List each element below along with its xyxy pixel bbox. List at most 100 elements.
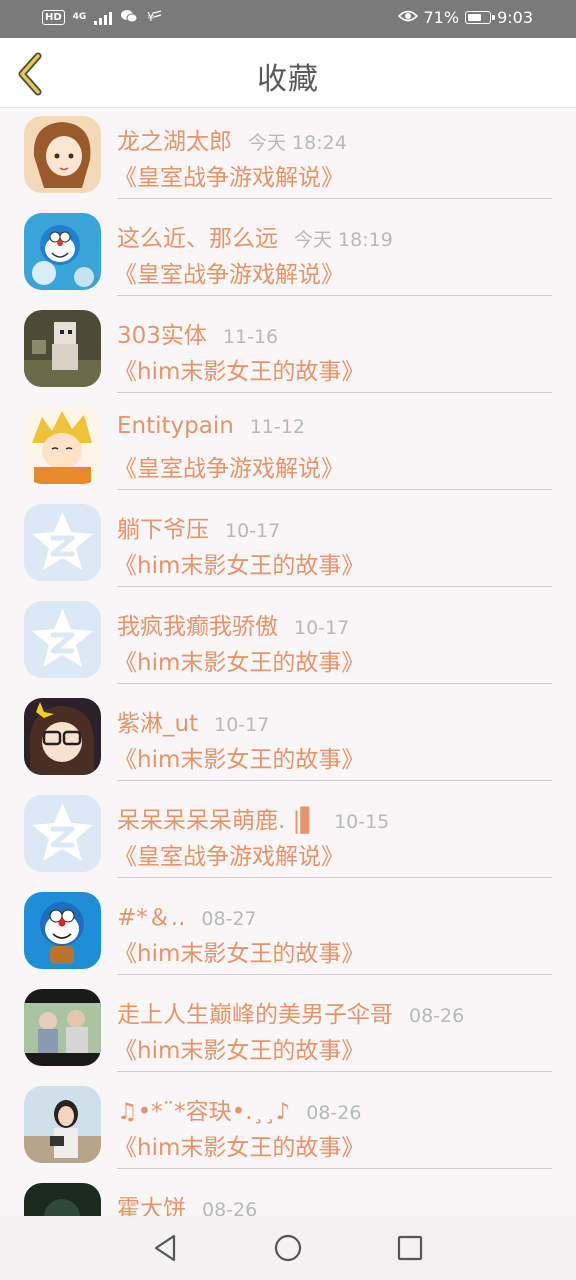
author-name[interactable]: ♫•*¨*容玦•.¸¸♪ <box>117 1099 290 1125</box>
favorite-date: 08-26 <box>202 1199 258 1216</box>
favorite-title[interactable]: 《皇室战争游戏解说》 <box>114 449 344 483</box>
author-name[interactable]: Entitypain <box>117 413 234 439</box>
recents-square-icon[interactable] <box>392 1230 428 1266</box>
author-name[interactable]: 霍大饼 <box>117 1196 186 1216</box>
minecraft-avatar[interactable] <box>24 310 101 387</box>
favorite-item[interactable]: 躺下爷压 10-17 《him末影女王的故事》 <box>0 496 576 593</box>
favorite-author-line: 走上人生巅峰的美男子伞哥 08-26 <box>117 995 464 1029</box>
status-right: 71% 9:03 <box>397 8 533 27</box>
favorite-title[interactable]: 《皇室战争游戏解说》 <box>114 255 344 289</box>
anime-girl-avatar[interactable] <box>24 116 101 193</box>
doraemon-avatar[interactable] <box>24 213 101 290</box>
doraemon-blue-avatar[interactable] <box>24 892 101 969</box>
divider <box>117 295 552 296</box>
favorite-item[interactable]: ♫•*¨*容玦•.¸¸♪ 08-26 《him末影女王的故事》 <box>0 1078 576 1175</box>
wechat-icon <box>120 9 138 26</box>
favorite-author-line: 303实体 11-16 <box>117 316 278 350</box>
divider <box>117 780 552 781</box>
author-name[interactable]: 303实体 <box>117 323 207 349</box>
divider <box>117 198 552 199</box>
favorite-item[interactable]: #*＆.. 08-27 《him末影女王的故事》 <box>0 884 576 981</box>
favorite-title[interactable]: 《him末影女王的故事》 <box>114 1128 364 1162</box>
favorite-author-line: 躺下爷压 10-17 <box>117 510 280 544</box>
favorite-date: 08-26 <box>409 1005 465 1027</box>
favorite-item[interactable]: 呆呆呆呆呆萌鹿. |▌ 10-15 《皇室战争游戏解说》 <box>0 787 576 884</box>
favorite-item[interactable]: 我疯我癫我骄傲 10-17 《him末影女王的故事》 <box>0 593 576 690</box>
photo-avatar[interactable] <box>24 989 101 1066</box>
default-star-avatar[interactable] <box>24 601 101 678</box>
favorite-title[interactable]: 《him末影女王的故事》 <box>114 643 364 677</box>
author-name[interactable]: 龙之湖太郎 <box>117 129 232 155</box>
favorite-item[interactable]: 303实体 11-16 《him末影女王的故事》 <box>0 302 576 399</box>
favorite-title[interactable]: 《him末影女王的故事》 <box>114 740 364 774</box>
favorite-author-line: 我疯我癫我骄傲 10-17 <box>117 607 349 641</box>
eye-icon <box>397 8 418 27</box>
favorite-date: 08-26 <box>306 1102 362 1124</box>
network-type: 4G <box>72 12 87 22</box>
favorite-title[interactable]: 《皇室战争游戏解说》 <box>114 837 344 871</box>
back-triangle-icon[interactable] <box>148 1230 184 1266</box>
favorite-title[interactable]: 《him末影女王的故事》 <box>114 1031 364 1065</box>
author-name[interactable]: 这么近、那么远 <box>117 226 278 252</box>
favorite-date: 今天 18:24 <box>248 132 347 154</box>
divider <box>117 974 552 975</box>
author-name[interactable]: 我疯我癫我骄傲 <box>117 614 278 640</box>
battery-percent: 71% <box>423 8 460 27</box>
author-name[interactable]: 紫淋_ut <box>117 711 198 737</box>
favorite-date: 今天 18:19 <box>294 229 393 251</box>
author-name[interactable]: 走上人生巅峰的美男子伞哥 <box>117 1002 393 1028</box>
signal-icon <box>94 11 113 25</box>
favorite-item[interactable]: 霍大饼 08-26 <box>0 1175 576 1216</box>
battery-icon <box>465 11 496 24</box>
divider <box>117 1071 552 1072</box>
favorite-item[interactable]: 走上人生巅峰的美男子伞哥 08-26 《him末影女王的故事》 <box>0 981 576 1078</box>
navigation-bar <box>0 1216 576 1280</box>
favorite-date: 10-17 <box>294 617 350 639</box>
favorite-author-line: #*＆.. 08-27 <box>117 898 257 932</box>
divider <box>117 586 552 587</box>
author-name[interactable]: #*＆.. <box>117 905 185 931</box>
favorite-author-line: Entitypain 11-12 <box>117 413 305 439</box>
favorite-date: 10-17 <box>214 714 270 736</box>
divider <box>117 489 552 490</box>
favorite-title[interactable]: 《皇室战争游戏解说》 <box>114 158 344 192</box>
girl-photo-avatar[interactable] <box>24 1086 101 1163</box>
divider <box>117 683 552 684</box>
hd-badge: HD <box>42 10 65 25</box>
clock: 9:03 <box>497 8 533 27</box>
author-name[interactable]: 呆呆呆呆呆萌鹿. |▌ <box>117 808 318 834</box>
favorite-title[interactable]: 《him末影女王的故事》 <box>114 352 364 386</box>
divider <box>117 1168 552 1169</box>
favorite-item[interactable]: Entitypain 11-12 《皇室战争游戏解说》 <box>0 399 576 496</box>
dark-avatar[interactable] <box>24 1183 101 1216</box>
favorite-date: 11-12 <box>249 416 306 438</box>
default-star-avatar[interactable] <box>24 795 101 872</box>
payment-icon: ¥ <box>146 9 162 26</box>
favorite-item[interactable]: 这么近、那么远 今天 18:19 《皇室战争游戏解说》 <box>0 205 576 302</box>
favorite-item[interactable]: 龙之湖太郎 今天 18:24 《皇室战争游戏解说》 <box>0 108 576 205</box>
favorite-item[interactable]: 紫淋_ut 10-17 《him末影女王的故事》 <box>0 690 576 787</box>
divider <box>117 877 552 878</box>
status-bar: HD 4G ¥ 71% 9:03 <box>0 0 576 38</box>
favorite-author-line: 龙之湖太郎 今天 18:24 <box>117 122 347 156</box>
favorite-author-line: 这么近、那么远 今天 18:19 <box>117 219 393 253</box>
anime-blonde-avatar[interactable] <box>24 407 101 484</box>
favorites-list: 龙之湖太郎 今天 18:24 《皇室战争游戏解说》 这么近、那么远 今天 18:19 《皇… <box>0 108 576 1216</box>
page-title: 收藏 <box>257 62 319 97</box>
status-left: HD 4G ¥ <box>42 9 162 26</box>
divider <box>117 392 552 393</box>
favorite-date: 10-17 <box>225 520 281 542</box>
favorite-date: 10-15 <box>334 811 390 833</box>
favorite-title[interactable]: 《him末影女王的故事》 <box>114 934 364 968</box>
author-name[interactable]: 躺下爷压 <box>117 517 209 543</box>
favorite-date: 08-27 <box>201 908 257 930</box>
favorite-author-line: ♫•*¨*容玦•.¸¸♪ 08-26 <box>117 1092 361 1126</box>
favorite-author-line: 呆呆呆呆呆萌鹿. |▌ 10-15 <box>117 801 389 835</box>
default-star-avatar[interactable] <box>24 504 101 581</box>
anime-glasses-avatar[interactable] <box>24 698 101 775</box>
header: 收藏 <box>0 38 576 108</box>
favorite-author-line: 紫淋_ut 10-17 <box>117 704 269 738</box>
svg-text:¥: ¥ <box>147 10 155 23</box>
home-circle-icon[interactable] <box>270 1230 306 1266</box>
favorite-title[interactable]: 《him末影女王的故事》 <box>114 546 364 580</box>
